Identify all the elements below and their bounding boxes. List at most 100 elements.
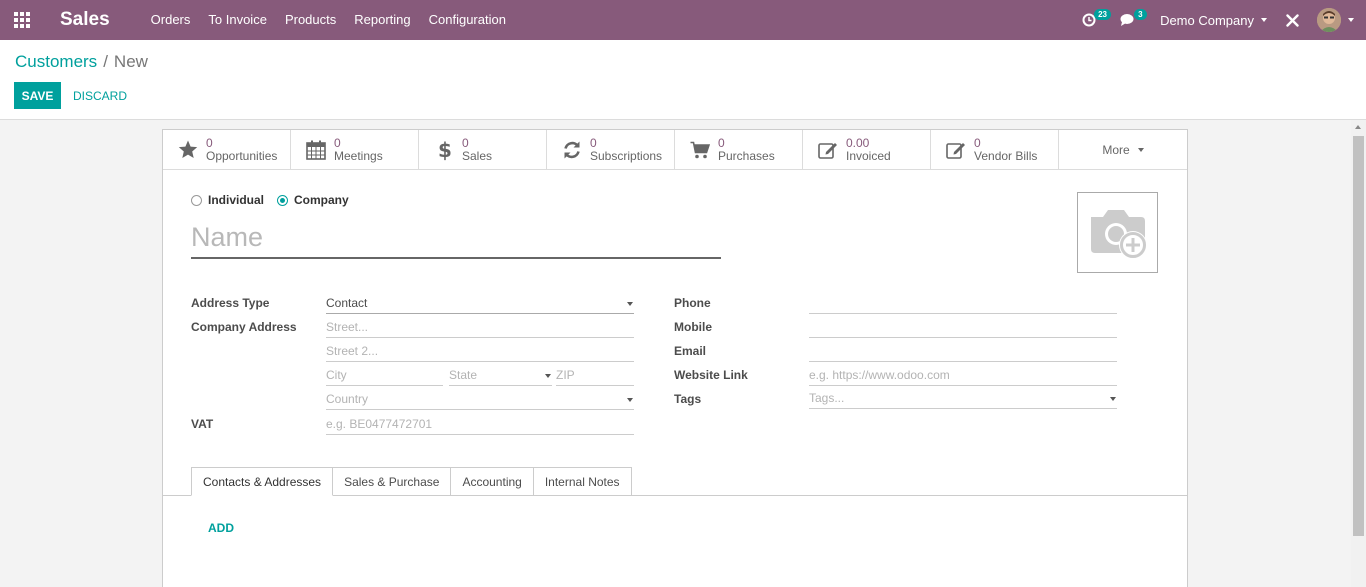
chevron-down-icon: [1137, 147, 1144, 152]
street-input[interactable]: Street...: [326, 317, 634, 338]
tags-placeholder: Tags...: [809, 391, 845, 405]
mobile-input[interactable]: [809, 317, 1117, 338]
zip-input[interactable]: ZIP: [556, 365, 634, 386]
add-contact-button[interactable]: ADD: [208, 521, 234, 535]
email-label: Email: [674, 344, 707, 358]
debug-tools[interactable]: [1277, 0, 1307, 40]
edit-icon: [945, 139, 967, 161]
app-brand[interactable]: Sales: [60, 9, 110, 31]
invoiced-button[interactable]: 0.00 Invoiced: [803, 130, 931, 169]
purchases-count: 0: [718, 135, 725, 150]
tools-icon: [1285, 13, 1299, 27]
subscriptions-button[interactable]: 0 Subscriptions: [547, 130, 675, 169]
invoiced-amount: 0.00: [846, 135, 870, 150]
opportunities-label: Opportunities: [206, 148, 278, 163]
vat-label: VAT: [191, 417, 214, 431]
scroll-thumb[interactable]: [1353, 136, 1364, 536]
chevron-down-icon: [545, 374, 551, 378]
more-label: More: [1102, 142, 1130, 157]
address-type-select[interactable]: Contact: [326, 293, 634, 314]
tab-internal-notes[interactable]: Internal Notes: [533, 467, 632, 496]
state-placeholder: State: [449, 368, 478, 382]
message-badge: 3: [1134, 9, 1147, 20]
chevron-down-icon: [1261, 18, 1267, 22]
radio-company-label[interactable]: Company: [294, 193, 349, 207]
sales-button[interactable]: $ 0 Sales: [419, 130, 547, 169]
scroll-up-icon[interactable]: [1355, 125, 1361, 129]
company-type-selector: Individual Company: [191, 193, 362, 207]
cart-icon: [689, 139, 711, 161]
meetings-label: Meetings: [334, 148, 383, 163]
calendar-icon: [305, 139, 327, 161]
vendor-bills-button[interactable]: 0 Vendor Bills: [931, 130, 1059, 169]
notebook-tabs: Contacts & Addresses Sales & Purchase Ac…: [191, 467, 632, 496]
save-button[interactable]: SAVE: [14, 82, 61, 109]
name-input[interactable]: [191, 218, 721, 259]
menu-to-invoice[interactable]: To Invoice: [199, 0, 276, 40]
more-button[interactable]: More: [1059, 130, 1187, 169]
star-icon: [177, 139, 199, 161]
address-type-label: Address Type: [191, 296, 270, 310]
tags-select[interactable]: Tags...: [809, 388, 1117, 409]
purchases-button[interactable]: 0 Purchases: [675, 130, 803, 169]
country-placeholder: Country: [326, 392, 369, 406]
opportunities-button[interactable]: 0 Opportunities: [163, 130, 291, 169]
state-select[interactable]: State: [449, 365, 552, 386]
radio-individual-label[interactable]: Individual: [208, 193, 264, 207]
opportunities-count: 0: [206, 135, 213, 150]
menu-configuration[interactable]: Configuration: [420, 0, 515, 40]
menu-orders[interactable]: Orders: [142, 0, 200, 40]
image-upload[interactable]: [1077, 192, 1158, 273]
website-label: Website Link: [674, 368, 748, 382]
invoiced-label: Invoiced: [846, 148, 891, 163]
breadcrumb: Customers / New: [15, 52, 148, 72]
scrollbar[interactable]: [1351, 120, 1366, 587]
chevron-down-icon: [1348, 18, 1354, 22]
chevron-down-icon: [627, 302, 633, 306]
apps-menu-icon[interactable]: [0, 0, 44, 40]
tab-contacts-addresses[interactable]: Contacts & Addresses: [191, 467, 334, 496]
top-navbar: Sales Orders To Invoice Products Reporti…: [0, 0, 1366, 40]
subscriptions-label: Subscriptions: [590, 148, 663, 163]
tab-accounting[interactable]: Accounting: [451, 467, 534, 496]
subscriptions-count: 0: [590, 135, 597, 150]
discard-button[interactable]: DISCARD: [64, 82, 136, 109]
website-input[interactable]: e.g. https://www.odoo.com: [809, 365, 1117, 386]
mobile-label: Mobile: [674, 320, 712, 334]
tab-sales-purchase[interactable]: Sales & Purchase: [333, 467, 452, 496]
phone-input[interactable]: [809, 293, 1117, 314]
chevron-down-icon: [627, 398, 633, 402]
phone-label: Phone: [674, 296, 711, 310]
sales-count: 0: [462, 135, 469, 150]
tags-label: Tags: [674, 392, 702, 406]
systray: 23 3 Demo Company: [1076, 0, 1366, 40]
country-select[interactable]: Country: [326, 389, 634, 410]
vat-input[interactable]: e.g. BE0477472701: [326, 414, 634, 435]
menu-products[interactable]: Products: [276, 0, 345, 40]
activity-badge: 23: [1094, 9, 1111, 20]
street2-input[interactable]: Street 2...: [326, 341, 634, 362]
company-switcher[interactable]: Demo Company: [1152, 0, 1277, 40]
main-menu: Orders To Invoice Products Reporting Con…: [142, 0, 515, 40]
company-address-label: Company Address: [191, 320, 297, 334]
email-input[interactable]: [809, 341, 1117, 362]
radio-company[interactable]: [277, 194, 289, 206]
address-type-value: Contact: [326, 296, 368, 310]
smart-button-box: 0 Opportunities 0 Meetings $ 0 Sales 0 S…: [163, 130, 1187, 170]
company-name: Demo Company: [1160, 12, 1254, 28]
activity-menu[interactable]: 23: [1076, 0, 1114, 40]
vendor-bills-count: 0: [974, 135, 981, 150]
breadcrumb-separator: /: [103, 52, 108, 71]
messaging-menu[interactable]: 3: [1114, 0, 1152, 40]
camera-add-icon: [1090, 209, 1147, 259]
breadcrumb-current: New: [113, 52, 148, 71]
meetings-button[interactable]: 0 Meetings: [291, 130, 419, 169]
form-sheet: 0 Opportunities 0 Meetings $ 0 Sales 0 S…: [162, 129, 1188, 587]
chevron-down-icon: [1110, 397, 1116, 401]
radio-individual[interactable]: [191, 194, 202, 206]
menu-reporting[interactable]: Reporting: [345, 0, 419, 40]
breadcrumb-customers[interactable]: Customers: [15, 52, 97, 72]
user-menu[interactable]: [1307, 0, 1366, 40]
city-input[interactable]: City: [326, 365, 443, 386]
refresh-icon: [561, 139, 583, 161]
